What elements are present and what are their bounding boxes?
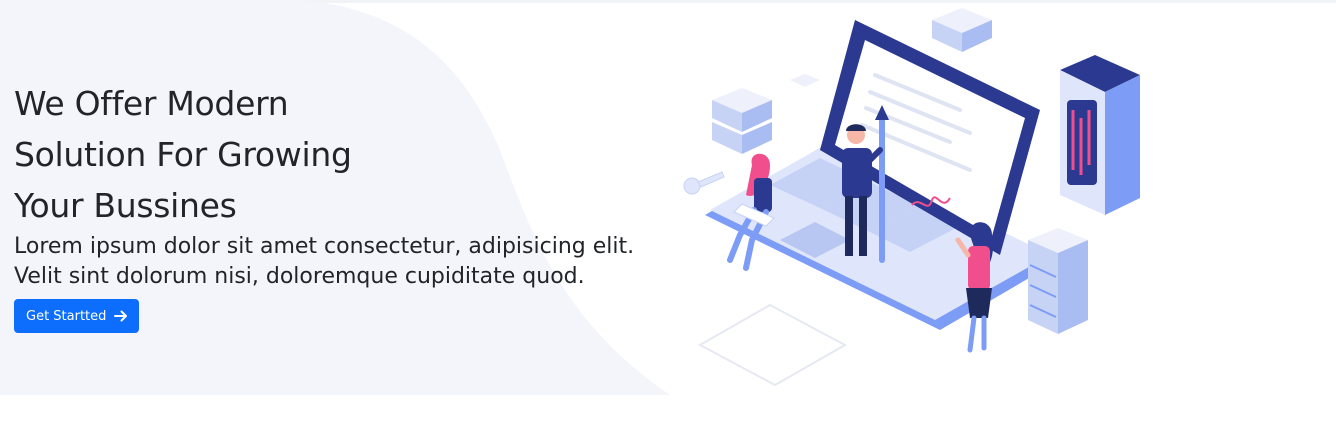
arrow-right-icon (114, 310, 128, 322)
hero-section: We Offer Modern Solution For Growing You… (0, 0, 1336, 395)
headline-line-1: We Offer Modern (14, 84, 289, 123)
hero-illustration (683, 8, 1140, 387)
headline-line-3: Your Bussines (14, 186, 237, 225)
subtext-line-1: Lorem ipsum dolor sit amet consectetur, … (14, 234, 635, 259)
subtext-line-2: Velit sint dolorum nisi, doloremque cupi… (14, 264, 585, 289)
hero-subtext: Lorem ipsum dolor sit amet consectetur, … (14, 232, 674, 292)
get-started-button[interactable]: Get Startted (14, 299, 140, 333)
hero-headline: We Offer Modern Solution For Growing You… (14, 78, 434, 231)
headline-line-2: Solution For Growing (14, 135, 352, 174)
get-started-label: Get Startted (26, 308, 107, 324)
